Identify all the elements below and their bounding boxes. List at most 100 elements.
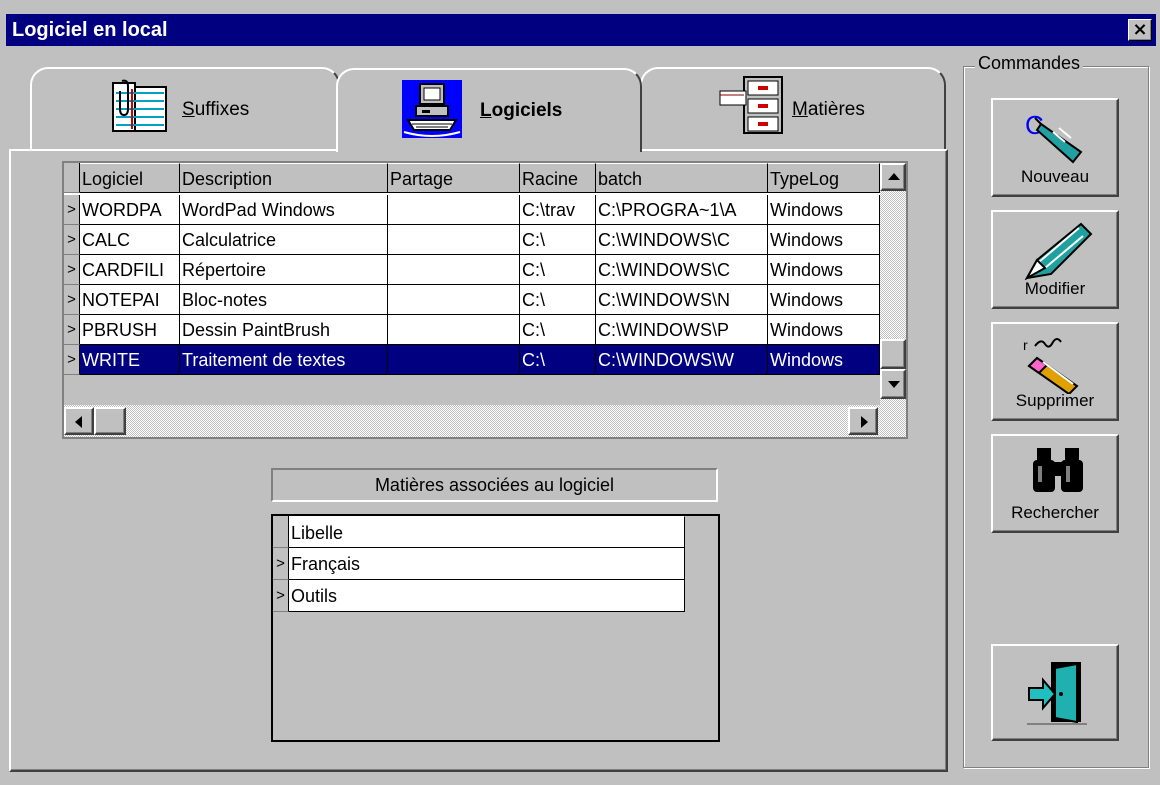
tab-logiciels[interactable]: Logiciels: [336, 68, 642, 152]
table-row-selected[interactable]: > WRITE Traitement de textes C:\ C:\WIND…: [64, 345, 880, 375]
cell-partage[interactable]: [388, 195, 520, 225]
row-indicator: >: [64, 195, 80, 225]
cell-partage[interactable]: [388, 315, 520, 345]
table-row[interactable]: > CARDFILI Répertoire C:\ C:\WINDOWS\C W…: [64, 255, 880, 285]
supprimer-button[interactable]: r Supprimer: [991, 322, 1119, 421]
cell-libelle[interactable]: Outils: [289, 580, 685, 612]
exit-button[interactable]: [991, 644, 1119, 741]
row-indicator: >: [273, 580, 289, 612]
cell-batch[interactable]: C:\WINDOWS\W: [596, 345, 768, 375]
title-bar: Logiciel en local ×: [6, 14, 1156, 46]
exit-door-icon: [1027, 660, 1087, 730]
computer-icon: [402, 80, 462, 142]
column-header-description[interactable]: Description: [180, 163, 388, 193]
column-header-racine[interactable]: Racine: [520, 163, 596, 193]
nouveau-button[interactable]: C Nouveau: [991, 98, 1119, 197]
cell-racine[interactable]: C:\: [520, 225, 596, 255]
cell-partage[interactable]: [388, 255, 520, 285]
vertical-scrollbar[interactable]: [880, 163, 906, 405]
scroll-left-button[interactable]: [64, 407, 94, 435]
cell-typelog[interactable]: Windows: [768, 285, 880, 315]
cell-racine[interactable]: C:\: [520, 315, 596, 345]
cell-racine[interactable]: C:\: [520, 345, 596, 375]
scroll-up-button[interactable]: [880, 163, 906, 191]
associated-subjects-label: Matières associées au logiciel: [271, 468, 718, 502]
horizontal-scroll-thumb[interactable]: [94, 407, 126, 435]
cell-batch[interactable]: C:\PROGRA~1\A: [596, 195, 768, 225]
cell-batch[interactable]: C:\WINDOWS\C: [596, 255, 768, 285]
commands-frame-title: Commandes: [975, 53, 1084, 74]
cell-logiciel[interactable]: CALC: [80, 225, 180, 255]
row-indicator: >: [64, 345, 80, 375]
cell-typelog[interactable]: Windows: [768, 195, 880, 225]
row-indicator: >: [64, 255, 80, 285]
column-header-partage[interactable]: Partage: [388, 163, 520, 193]
list-item[interactable]: > Français: [273, 548, 685, 580]
table-row[interactable]: > NOTEPAI Bloc-notes C:\ C:\WINDOWS\N Wi…: [64, 285, 880, 315]
row-indicator: [273, 516, 289, 548]
table-row[interactable]: > PBRUSH Dessin PaintBrush C:\ C:\WINDOW…: [64, 315, 880, 345]
eraser-icon: r: [1021, 332, 1091, 398]
table-row[interactable]: > WORDPA WordPad Windows C:\trav C:\PROG…: [64, 195, 880, 225]
column-header-libelle[interactable]: Libelle: [289, 516, 685, 548]
row-indicator: >: [64, 285, 80, 315]
svg-text:r: r: [1023, 337, 1028, 353]
cell-logiciel[interactable]: NOTEPAI: [80, 285, 180, 315]
cell-description[interactable]: Calculatrice: [180, 225, 388, 255]
horizontal-scrollbar[interactable]: [64, 405, 906, 437]
scroll-right-button[interactable]: [848, 407, 878, 435]
column-header-logiciel[interactable]: Logiciel: [80, 163, 180, 193]
scroll-down-button[interactable]: [880, 369, 906, 399]
tab-suffixes[interactable]: Suffixes: [30, 67, 340, 151]
row-indicator: [64, 163, 80, 193]
tab-logiciels-label: Logiciels: [480, 100, 563, 121]
software-window: Logiciel en local × Suffixes Matières Lo…: [0, 0, 1160, 785]
supprimer-label: Supprimer: [1015, 391, 1095, 410]
cell-description[interactable]: Traitement de textes: [180, 345, 388, 375]
cell-logiciel[interactable]: CARDFILI: [80, 255, 180, 285]
associated-subjects-grid: Libelle > Français > Outils: [271, 514, 720, 742]
cell-description[interactable]: Répertoire: [180, 255, 388, 285]
vertical-scroll-thumb[interactable]: [880, 339, 906, 369]
nouveau-label: Nouveau: [1020, 167, 1090, 186]
cell-description[interactable]: WordPad Windows: [180, 195, 388, 225]
cell-partage[interactable]: [388, 345, 520, 375]
binoculars-icon: [1031, 444, 1085, 500]
cell-batch[interactable]: C:\WINDOWS\P: [596, 315, 768, 345]
cell-logiciel[interactable]: WORDPA: [80, 195, 180, 225]
table-row[interactable]: > CALC Calculatrice C:\ C:\WINDOWS\C Win…: [64, 225, 880, 255]
cell-racine[interactable]: C:\: [520, 285, 596, 315]
cell-racine[interactable]: C:\trav: [520, 195, 596, 225]
cell-description[interactable]: Bloc-notes: [180, 285, 388, 315]
file-cabinet-icon: [718, 73, 788, 141]
tab-matieres[interactable]: Matières: [640, 67, 946, 151]
cell-batch[interactable]: C:\WINDOWS\N: [596, 285, 768, 315]
cell-typelog[interactable]: Windows: [768, 225, 880, 255]
cell-typelog[interactable]: Windows: [768, 315, 880, 345]
cell-batch[interactable]: C:\WINDOWS\C: [596, 225, 768, 255]
cell-partage[interactable]: [388, 225, 520, 255]
notebook-icon: [108, 79, 170, 139]
modifier-label: Modifier: [1024, 279, 1086, 298]
pen-new-icon: C: [1023, 108, 1093, 168]
cell-typelog[interactable]: Windows: [768, 255, 880, 285]
cell-libelle[interactable]: Français: [289, 548, 685, 580]
grid-empty-area: [64, 375, 880, 405]
list-item[interactable]: > Outils: [273, 580, 685, 612]
cell-racine[interactable]: C:\: [520, 255, 596, 285]
modifier-button[interactable]: Modifier: [991, 210, 1119, 309]
rechercher-label: Rechercher: [1011, 503, 1099, 522]
subgrid-header-row: Libelle: [273, 516, 685, 548]
software-grid: Logiciel Description Partage Racine batc…: [62, 161, 908, 439]
column-header-typelog[interactable]: TypeLog: [768, 163, 880, 193]
cell-logiciel[interactable]: WRITE: [80, 345, 180, 375]
close-button[interactable]: ×: [1128, 19, 1152, 41]
cell-description[interactable]: Dessin PaintBrush: [180, 315, 388, 345]
cell-partage[interactable]: [388, 285, 520, 315]
rechercher-button[interactable]: Rechercher: [991, 434, 1119, 533]
cell-logiciel[interactable]: PBRUSH: [80, 315, 180, 345]
cell-typelog[interactable]: Windows: [768, 345, 880, 375]
tab-matieres-label: Matières: [792, 99, 865, 120]
row-indicator: >: [273, 548, 289, 580]
column-header-batch[interactable]: batch: [596, 163, 768, 193]
